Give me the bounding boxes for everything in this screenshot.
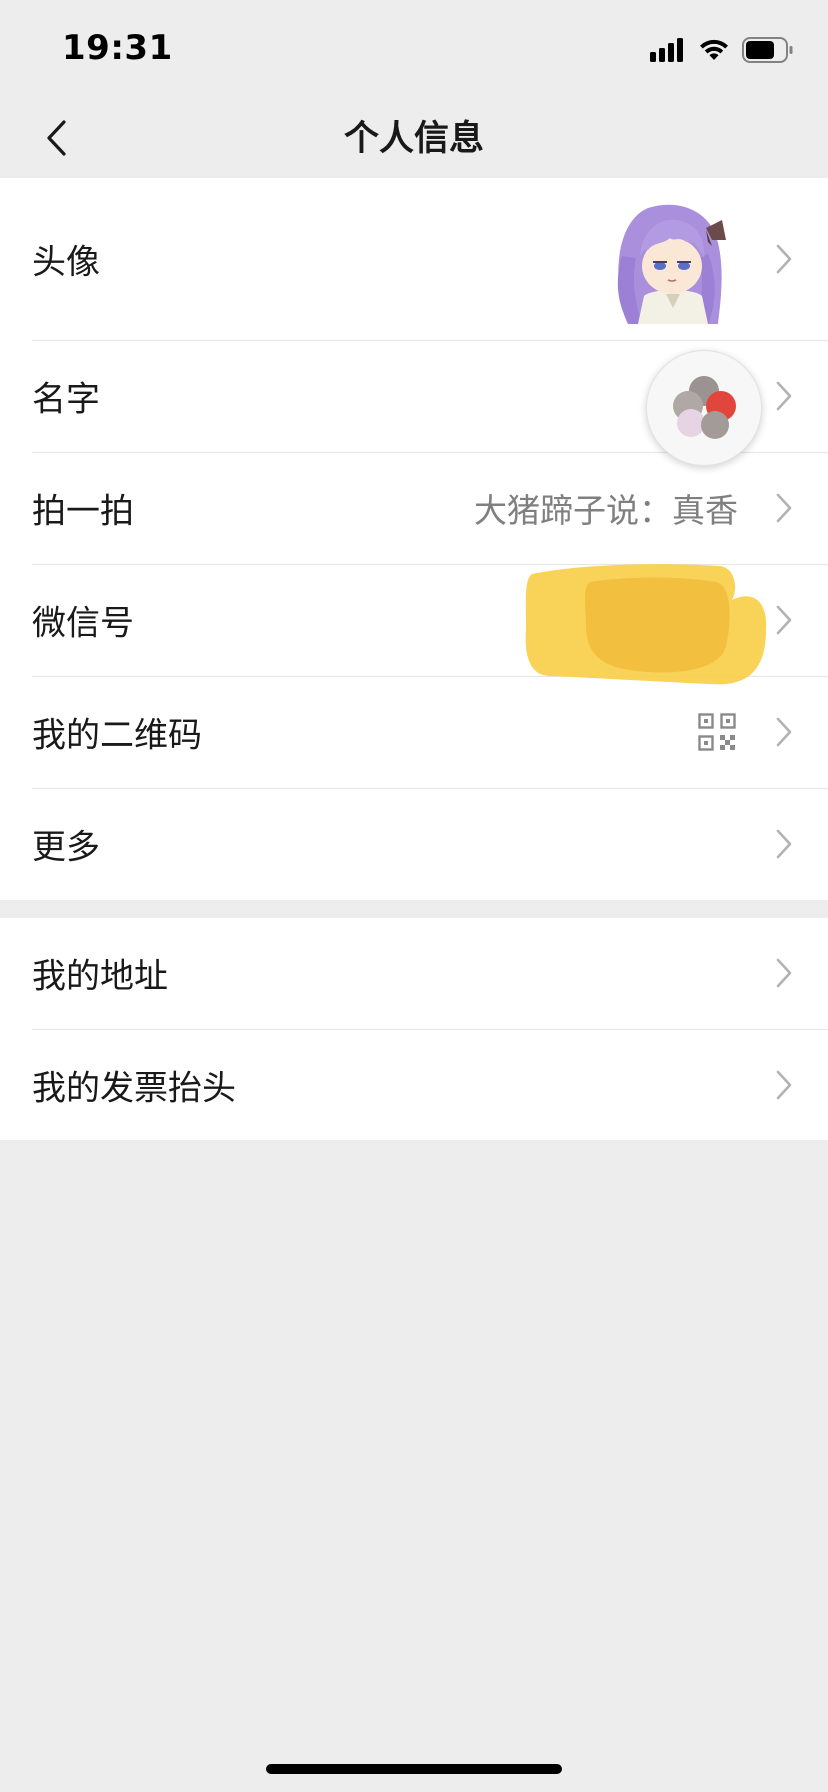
avatar-row[interactable]: 头像 [0, 178, 828, 340]
row-label: 更多 [32, 827, 100, 868]
row-label: 头像 [32, 242, 100, 283]
row-label: 我的二维码 [32, 715, 202, 756]
navigation-bar: 个人信息 [0, 96, 828, 178]
address-row[interactable]: 我的地址 [0, 918, 828, 1029]
row-value: 大猪蹄子说：真香 [474, 491, 738, 530]
profile-section: 头像 名字 拍一拍 大猪蹄子说：真香 微信号 我的二维码 更多 [0, 178, 828, 900]
chevron-right-icon [776, 717, 792, 747]
pat-row[interactable]: 拍一拍 大猪蹄子说：真香 [0, 453, 828, 564]
qr-code-icon [698, 713, 736, 751]
chevron-right-icon [776, 605, 792, 635]
row-label: 微信号 [32, 603, 134, 644]
floating-assistant-button[interactable] [646, 350, 762, 466]
chevron-right-icon [776, 958, 792, 988]
cellular-signal-icon [650, 38, 683, 62]
row-label: 我的地址 [32, 956, 168, 997]
wifi-icon [700, 39, 728, 60]
home-indicator [266, 1764, 562, 1774]
address-section: 我的地址 我的发票抬头 [0, 918, 828, 1140]
status-icons [650, 36, 794, 64]
redaction-mark [525, 564, 767, 685]
more-row[interactable]: 更多 [0, 789, 828, 900]
invoice-title-row[interactable]: 我的发票抬头 [0, 1030, 828, 1140]
chevron-right-icon [776, 381, 792, 411]
status-time: 19:31 [62, 28, 173, 68]
row-label: 我的发票抬头 [32, 1068, 236, 1109]
battery-icon [742, 37, 793, 63]
page-title: 个人信息 [343, 119, 484, 159]
chevron-right-icon [776, 493, 792, 523]
chevron-right-icon [776, 244, 792, 274]
qr-code-row[interactable]: 我的二维码 [0, 677, 828, 788]
row-label: 拍一拍 [32, 491, 134, 532]
avatar [608, 196, 738, 324]
row-label: 名字 [32, 379, 100, 420]
flower-icon [673, 376, 736, 439]
chevron-right-icon [776, 829, 792, 859]
chevron-right-icon [776, 1070, 792, 1100]
status-bar: 19:31 [0, 0, 828, 96]
